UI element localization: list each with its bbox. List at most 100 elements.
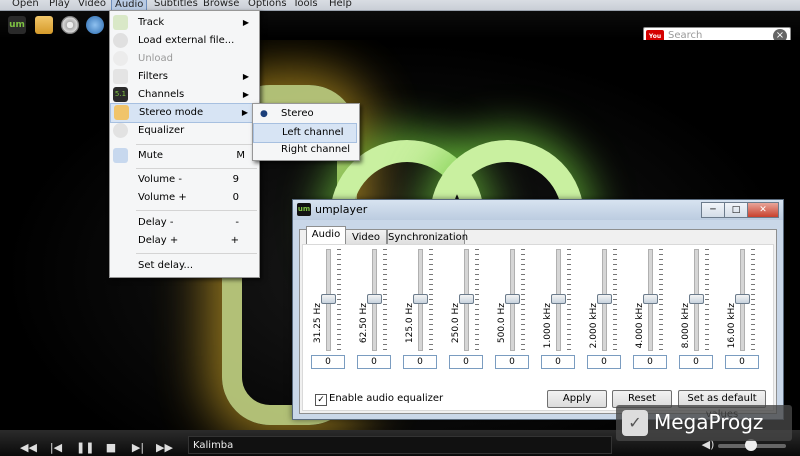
menu-tools[interactable]: Tools [293, 0, 318, 10]
channels-icon: 5.1 [113, 87, 128, 102]
eq-slider-ticks [521, 249, 525, 351]
eq-value-box[interactable]: 0 [311, 355, 345, 369]
rewind-icon[interactable]: ◀◀ [20, 442, 37, 454]
menu-browse[interactable]: Browse [203, 0, 239, 10]
eq-band-label: 4.000 kHz [635, 303, 645, 349]
eq-band-label: 1.000 kHz [543, 303, 553, 349]
menu-item-track[interactable]: Track ▶ [110, 14, 257, 32]
checkbox-check-icon[interactable]: ✓ [315, 394, 327, 406]
menu-item-load-external-file[interactable]: Load external file... [110, 32, 257, 50]
submenu-arrow-icon: ▶ [241, 108, 248, 117]
eq-slider-ticks [659, 249, 663, 351]
next-icon[interactable]: ▶| [130, 442, 146, 454]
eq-slider-ticks [751, 249, 755, 351]
unload-icon [113, 51, 128, 66]
menu-separator [136, 144, 257, 145]
disc-icon[interactable] [61, 16, 79, 34]
equalizer-icon [113, 123, 128, 138]
eq-band-label: 31.25 Hz [313, 303, 323, 344]
menu-subtitles[interactable]: Subtitles [154, 0, 198, 10]
eq-band: 62.50 Hz 0 [357, 245, 391, 385]
menu-item-volume-down[interactable]: Volume - 9 [110, 171, 257, 189]
eq-value-box[interactable]: 0 [449, 355, 483, 369]
dialog-client: Audio Video Synchronization 31.25 Hz 0 62.… [299, 226, 777, 420]
stereo-mode-submenu: ● Stereo Left channel Right channel [252, 103, 360, 161]
submenu-item-right-channel[interactable]: Right channel [253, 141, 357, 159]
eq-value-box[interactable]: 0 [633, 355, 667, 369]
submenu-arrow-icon: ▶ [242, 72, 249, 81]
submenu-item-left-channel[interactable]: Left channel [253, 123, 357, 143]
menu-separator [136, 253, 257, 254]
um-logo-icon[interactable]: um [8, 16, 26, 34]
eq-band-label: 500.0 Hz [497, 303, 507, 344]
eq-band-label: 125.0 Hz [405, 303, 415, 344]
eq-value-box[interactable]: 0 [541, 355, 575, 369]
close-button[interactable]: ✕ [747, 202, 779, 218]
apply-button[interactable]: Apply [547, 390, 607, 408]
menu-item-mute[interactable]: Mute M [110, 147, 257, 165]
stop-icon[interactable]: ■ [103, 442, 119, 454]
submenu-item-stereo[interactable]: ● Stereo [253, 105, 357, 123]
menu-options[interactable]: Options [248, 0, 287, 10]
eq-band-label: 8.000 kHz [681, 303, 691, 349]
eq-band: 125.0 Hz 0 [403, 245, 437, 385]
radio-selected-icon: ● [260, 109, 268, 119]
eq-slider-ticks [383, 249, 387, 351]
eq-band: 31.25 Hz 0 [311, 245, 345, 385]
menu-separator [136, 168, 257, 169]
menu-item-volume-up[interactable]: Volume + 0 [110, 189, 257, 207]
equalizer-dialog: um umplayer ─ □ ✕ Audio Video Synchroniz… [292, 199, 784, 420]
eq-band-label: 16.00 kHz [727, 303, 737, 349]
globe-icon[interactable] [86, 16, 104, 34]
eq-slider-ticks [337, 249, 341, 351]
eq-band: 8.000 kHz 0 [679, 245, 713, 385]
eq-value-box[interactable]: 0 [403, 355, 437, 369]
eq-value-box[interactable]: 0 [679, 355, 713, 369]
previous-icon[interactable]: |◀ [48, 442, 64, 454]
mute-icon [113, 148, 128, 163]
submenu-arrow-icon: ▶ [242, 90, 249, 99]
maximize-button[interactable]: □ [724, 202, 748, 218]
eq-slider-ticks [567, 249, 571, 351]
dialog-titlebar[interactable]: um umplayer ─ □ ✕ [293, 200, 783, 220]
minimize-button[interactable]: ─ [701, 202, 725, 218]
eq-value-box[interactable]: 0 [357, 355, 391, 369]
menu-play[interactable]: Play [49, 0, 70, 10]
audio-menu: Track ▶ Load external file... Unload Fil… [109, 10, 260, 278]
menu-item-stereo-mode[interactable]: Stereo mode ▶ [110, 103, 257, 123]
eq-band-label: 250.0 Hz [451, 303, 461, 344]
menu-video[interactable]: Video [78, 0, 106, 10]
menu-open[interactable]: Open [12, 0, 39, 10]
load-file-icon [113, 33, 128, 48]
eq-value-box[interactable]: 0 [587, 355, 621, 369]
eq-band: 4.000 kHz 0 [633, 245, 667, 385]
eq-band: 1.000 kHz 0 [541, 245, 575, 385]
eq-value-box[interactable]: 0 [725, 355, 759, 369]
menu-item-filters[interactable]: Filters ▶ [110, 68, 257, 86]
menu-item-unload: Unload [110, 50, 257, 68]
eq-slider-ticks [705, 249, 709, 351]
pause-icon[interactable]: ❚❚ [76, 442, 94, 454]
audio-panel: 31.25 Hz 0 62.50 Hz 0 125.0 Hz 0 250.0 Hz 0 500.… [302, 244, 774, 420]
dialog-title: umplayer [315, 203, 368, 216]
eq-band-label: 2.000 kHz [589, 303, 599, 349]
eq-slider-ticks [613, 249, 617, 351]
menu-help[interactable]: Help [329, 0, 352, 10]
tab-audio[interactable]: Audio [306, 226, 346, 245]
menu-item-channels[interactable]: 5.1 Channels ▶ [110, 86, 257, 104]
eq-slider-ticks [475, 249, 479, 351]
track-icon [113, 15, 128, 30]
forward-icon[interactable]: ▶▶ [156, 442, 173, 454]
menu-item-delay-plus[interactable]: Delay + + [110, 232, 257, 250]
now-playing: Kalimba [188, 436, 612, 454]
stereo-mode-icon [114, 105, 129, 120]
menu-item-set-delay[interactable]: Set delay... [110, 257, 257, 275]
eq-slider-ticks [429, 249, 433, 351]
open-folder-icon[interactable] [35, 16, 53, 34]
eq-band: 250.0 Hz 0 [449, 245, 483, 385]
eq-value-box[interactable]: 0 [495, 355, 529, 369]
submenu-arrow-icon: ▶ [242, 18, 249, 27]
menu-item-equalizer[interactable]: Equalizer [110, 122, 257, 140]
menu-separator [136, 210, 257, 211]
menu-item-delay-minus[interactable]: Delay - - [110, 214, 257, 232]
